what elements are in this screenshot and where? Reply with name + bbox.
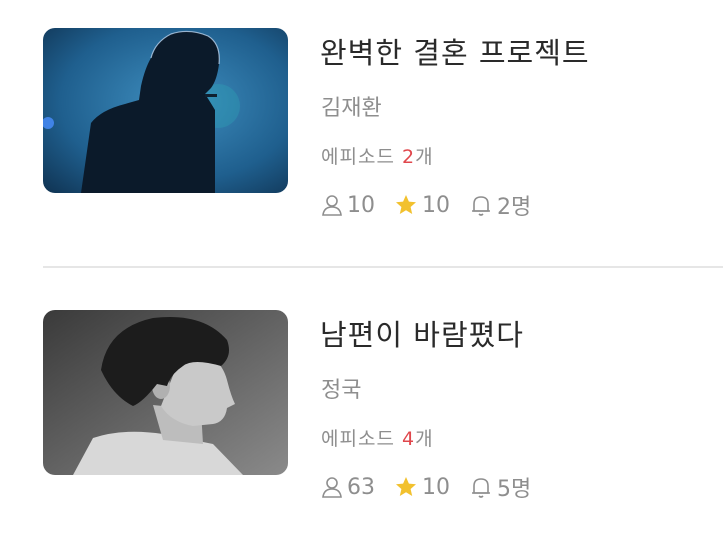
episode-unit: 개 bbox=[415, 146, 434, 168]
concert-silhouette-image bbox=[43, 28, 288, 193]
story-list: 완벽한 결혼 프로젝트 김재환 에피소드 2개 10 10 2명 남편이 바람폈… bbox=[0, 0, 723, 542]
subscribers-stat: 2명 bbox=[468, 189, 531, 221]
story-author: 김재환 bbox=[321, 96, 382, 121]
readers-count: 10 bbox=[347, 192, 375, 218]
star-icon bbox=[396, 195, 416, 214]
episode-label: 에피소드 bbox=[321, 146, 402, 168]
episode-count: 에피소드 4개 bbox=[321, 424, 434, 451]
story-stats: 10 10 2명 bbox=[320, 188, 549, 222]
episode-count: 에피소드 2개 bbox=[321, 142, 434, 169]
episode-label: 에피소드 bbox=[321, 428, 402, 450]
episode-number: 2 bbox=[401, 146, 416, 168]
person-icon bbox=[322, 477, 342, 498]
subscribers-stat: 5명 bbox=[468, 471, 531, 503]
portrait-profile-image bbox=[43, 310, 288, 475]
story-card[interactable]: 남편이 바람폈다 정국 에피소드 4개 63 10 5명 bbox=[0, 282, 723, 502]
list-divider bbox=[43, 266, 723, 268]
readers-stat: 10 bbox=[320, 193, 375, 218]
story-author: 정국 bbox=[321, 378, 362, 403]
readers-count: 63 bbox=[347, 474, 375, 500]
subscribers-count: 2명 bbox=[497, 195, 532, 220]
episode-unit: 개 bbox=[415, 428, 434, 450]
bell-icon bbox=[472, 478, 490, 498]
bell-icon bbox=[472, 196, 490, 216]
story-stats: 63 10 5명 bbox=[320, 470, 549, 504]
readers-stat: 63 bbox=[320, 475, 375, 500]
story-thumbnail[interactable] bbox=[43, 28, 288, 193]
story-title[interactable]: 완벽한 결혼 프로젝트 bbox=[320, 30, 590, 72]
stars-stat: 10 bbox=[393, 193, 450, 218]
stars-count: 10 bbox=[422, 474, 450, 500]
star-icon bbox=[396, 477, 416, 496]
story-card[interactable]: 완벽한 결혼 프로젝트 김재환 에피소드 2개 10 10 2명 bbox=[0, 0, 723, 220]
person-icon bbox=[322, 195, 342, 216]
subscribers-count: 5명 bbox=[497, 477, 532, 502]
story-thumbnail[interactable] bbox=[43, 310, 288, 475]
episode-number: 4 bbox=[401, 428, 416, 450]
stars-stat: 10 bbox=[393, 475, 450, 500]
story-title[interactable]: 남편이 바람폈다 bbox=[320, 312, 524, 354]
stars-count: 10 bbox=[422, 192, 450, 218]
